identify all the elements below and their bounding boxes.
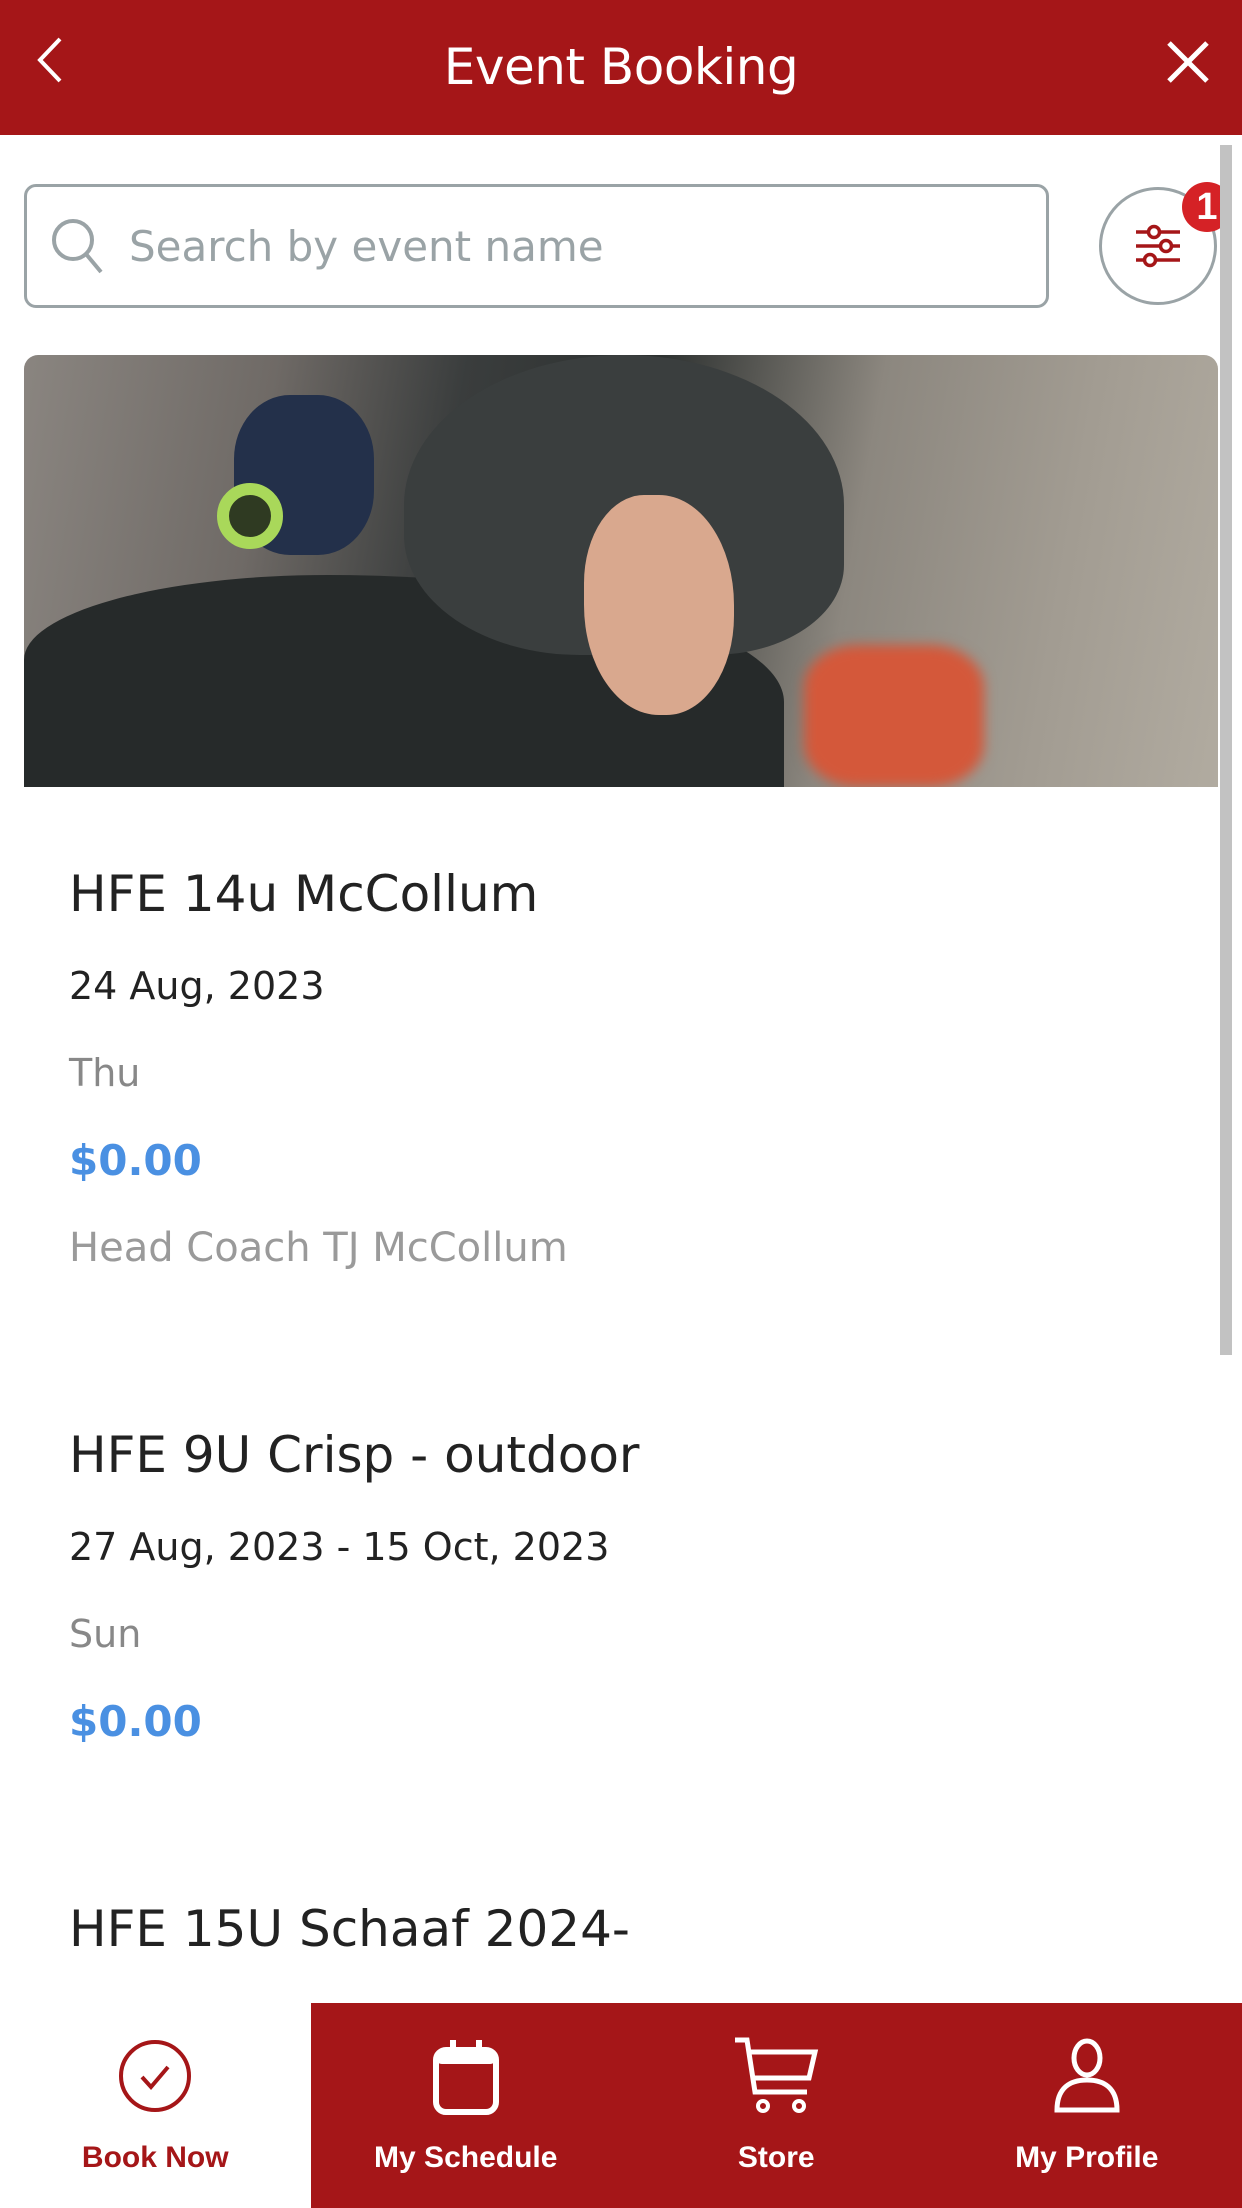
- event-date: 27 Aug, 2023 - 15 Oct, 2023: [69, 1525, 610, 1569]
- top-app-bar: Event Booking: [0, 0, 1242, 135]
- cart-icon: [731, 2031, 821, 2121]
- image-shape: [804, 645, 984, 787]
- nav-label: Store: [737, 2141, 815, 2174]
- event-name[interactable]: HFE 9U Crisp - outdoor: [69, 1426, 639, 1484]
- nav-label: Book Now: [81, 2141, 229, 2174]
- sliders-icon: [1136, 224, 1180, 268]
- filter-button[interactable]: 1: [1099, 182, 1232, 305]
- event-day: Sun: [69, 1612, 142, 1656]
- image-shape: [584, 495, 734, 715]
- nav-book-now[interactable]: Book Now: [0, 2003, 311, 2208]
- search-icon: [49, 216, 109, 276]
- event-price: $0.00: [69, 1136, 202, 1185]
- event-image[interactable]: [24, 355, 1218, 787]
- nav-label: My Schedule: [374, 2141, 558, 2174]
- nav-store[interactable]: Store: [621, 2003, 932, 2208]
- page-title: Event Booking: [443, 38, 799, 96]
- user-icon: [1042, 2031, 1132, 2121]
- nav-my-schedule[interactable]: My Schedule: [310, 2003, 621, 2208]
- event-coach: Head Coach TJ McCollum: [69, 1225, 568, 1271]
- image-shape: [217, 483, 283, 549]
- search-field[interactable]: [24, 184, 1049, 308]
- close-button[interactable]: [1162, 36, 1214, 88]
- event-price: $0.00: [69, 1697, 202, 1746]
- search-input[interactable]: [129, 221, 1009, 271]
- calendar-icon: [421, 2031, 511, 2121]
- event-date: 24 Aug, 2023: [69, 964, 325, 1008]
- bottom-navigation: Book Now My Schedule Store My Profile: [0, 2003, 1242, 2208]
- check-circle-icon: [110, 2031, 200, 2121]
- nav-my-profile[interactable]: My Profile: [931, 2003, 1242, 2208]
- event-name[interactable]: HFE 14u McCollum: [69, 865, 538, 923]
- scrollbar[interactable]: [1220, 145, 1232, 1355]
- nav-label: My Profile: [1015, 2141, 1159, 2174]
- event-day: Thu: [69, 1051, 141, 1095]
- close-icon: [1167, 41, 1209, 83]
- event-name[interactable]: HFE 15U Schaaf 2024-: [69, 1900, 630, 1958]
